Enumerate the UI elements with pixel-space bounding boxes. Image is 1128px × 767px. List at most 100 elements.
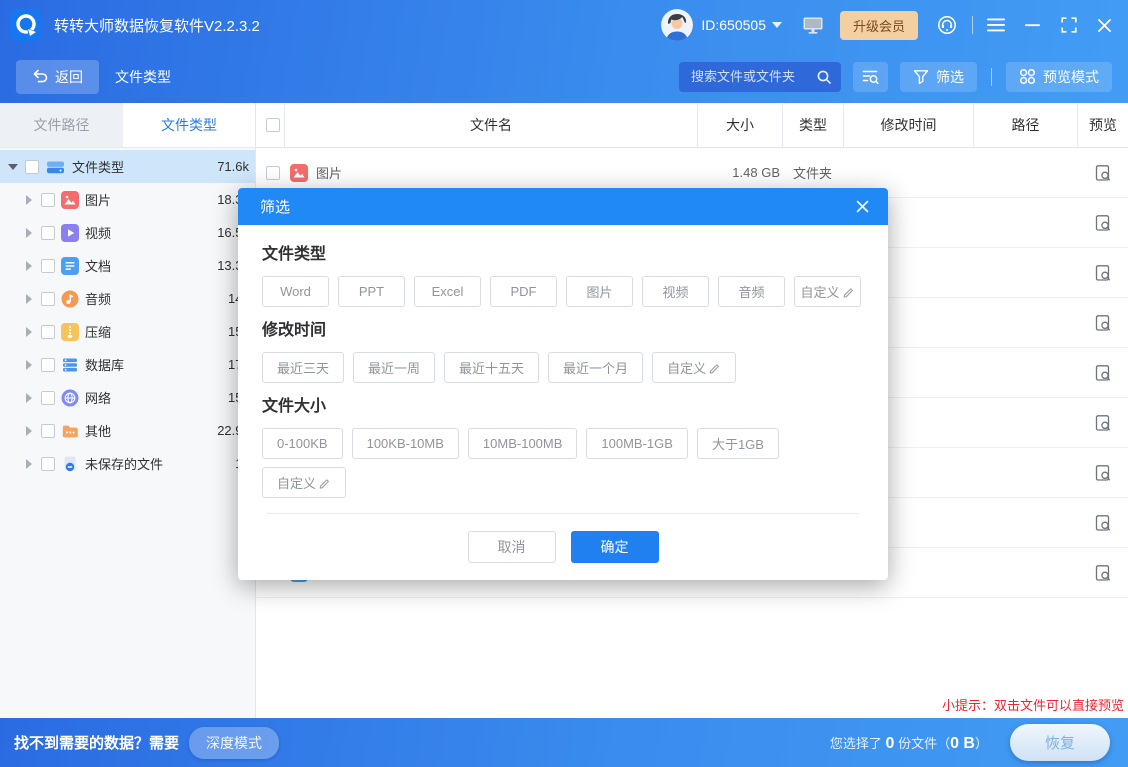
tree-item[interactable]: 音频14k (0, 282, 255, 315)
tree-item[interactable]: 视频16.5k (0, 216, 255, 249)
filter-option-button[interactable]: 最近一周 (353, 352, 435, 383)
preview-button[interactable] (1094, 464, 1112, 482)
upgrade-member-button[interactable]: 升级会员 (840, 11, 918, 40)
tree-checkbox[interactable] (41, 193, 55, 207)
expander-right-icon[interactable] (22, 327, 36, 337)
cancel-button[interactable]: 取消 (468, 531, 556, 563)
expander-right-icon[interactable] (22, 360, 36, 370)
preview-cell (1077, 448, 1128, 497)
filter-option-button[interactable]: PPT (338, 276, 405, 307)
preview-button[interactable] (1094, 214, 1112, 232)
tree-checkbox[interactable] (41, 292, 55, 306)
filter-option-button[interactable]: 音频 (718, 276, 785, 307)
tree-checkbox[interactable] (41, 391, 55, 405)
monitor-icon[interactable] (802, 15, 824, 35)
filter-option-label: 100MB-1GB (601, 436, 673, 451)
tree-item[interactable]: 其他22.9k (0, 414, 255, 447)
filter-option-label: 最近一周 (368, 358, 420, 377)
expander-right-icon[interactable] (22, 195, 36, 205)
close-icon[interactable] (1097, 18, 1112, 33)
tree-checkbox[interactable] (25, 160, 39, 174)
tree-checkbox[interactable] (41, 259, 55, 273)
preview-cell (1077, 148, 1128, 197)
search-icon[interactable] (816, 69, 832, 85)
tree-checkbox[interactable] (41, 226, 55, 240)
filter-option-button[interactable]: Word (262, 276, 329, 307)
tree-item[interactable]: 网络15k (0, 381, 255, 414)
filter-option-button[interactable]: 100MB-1GB (586, 428, 688, 459)
avatar[interactable] (661, 9, 693, 41)
expander-right-icon[interactable] (22, 459, 36, 469)
filter-option-row: 0-100KB 100KB-10MB 10MB-100MB 100MB-1GB 大于1G… (262, 428, 864, 459)
deep-mode-button[interactable]: 深度模式 (189, 727, 279, 759)
file-type-tree: 文件类型71.6k图片18.3k视频16.5k文档13.3k音频14k压缩15k… (0, 150, 255, 480)
filter-button[interactable]: 筛选 (900, 62, 977, 92)
tree-item-label: 文档 (85, 256, 111, 275)
list-search-button[interactable] (853, 62, 888, 92)
filter-option-button[interactable]: 视频 (642, 276, 709, 307)
filter-option-label: 最近三天 (277, 358, 329, 377)
sidebar-tab-file-path[interactable]: 文件路径 (0, 103, 123, 147)
preview-mode-button[interactable]: 预览模式 (1006, 62, 1112, 92)
tree-item[interactable]: 压缩15k (0, 315, 255, 348)
filter-option-button[interactable]: Excel (414, 276, 481, 307)
select-all-checkbox[interactable] (266, 118, 280, 132)
caret-down-icon[interactable] (772, 22, 782, 28)
minimize-icon[interactable] (1025, 17, 1041, 33)
filter-option-button[interactable]: 自定义 (262, 467, 346, 498)
filter-option-button[interactable]: 图片 (566, 276, 633, 307)
tree-checkbox[interactable] (41, 325, 55, 339)
filter-option-button[interactable]: 自定义 (652, 352, 736, 383)
filter-option-button[interactable]: 最近十五天 (444, 352, 539, 383)
preview-button[interactable] (1094, 364, 1112, 382)
expander-right-icon[interactable] (22, 261, 36, 271)
headset-icon[interactable] (936, 14, 958, 36)
tree-checkbox[interactable] (41, 358, 55, 372)
expander-right-icon[interactable] (22, 294, 36, 304)
filter-option-button[interactable]: 100KB-10MB (352, 428, 459, 459)
dialog-close-button[interactable] (853, 197, 872, 216)
preview-cell (1077, 398, 1128, 447)
selected-size: 0 B (950, 735, 975, 752)
filter-option-button[interactable]: 10MB-100MB (468, 428, 577, 459)
preview-button[interactable] (1094, 564, 1112, 582)
filter-option-label: 10MB-100MB (483, 436, 562, 451)
confirm-button[interactable]: 确定 (571, 531, 659, 563)
preview-cell (1077, 198, 1128, 247)
tree-item[interactable]: 图片18.3k (0, 183, 255, 216)
tree-checkbox[interactable] (41, 457, 55, 471)
sidebar-tab-file-type[interactable]: 文件类型 (123, 103, 255, 147)
preview-button[interactable] (1094, 414, 1112, 432)
preview-button[interactable] (1094, 514, 1112, 532)
path-cell (973, 398, 1077, 447)
expander-down-icon[interactable] (6, 164, 20, 170)
expander-right-icon[interactable] (22, 228, 36, 238)
path-cell (973, 148, 1077, 197)
user-id[interactable]: ID:650505 (701, 17, 766, 33)
tree-item[interactable]: 未保存的文件1k (0, 447, 255, 480)
tree-item[interactable]: 文件类型71.6k (0, 150, 255, 183)
preview-button[interactable] (1094, 314, 1112, 332)
expander-right-icon[interactable] (22, 393, 36, 403)
recover-button[interactable]: 恢复 (1010, 724, 1110, 761)
preview-button[interactable] (1094, 164, 1112, 182)
filter-option-button[interactable]: 大于1GB (697, 428, 779, 459)
tree-checkbox[interactable] (41, 424, 55, 438)
filter-option-button[interactable]: 最近一个月 (548, 352, 643, 383)
back-button[interactable]: 返回 (16, 60, 99, 94)
expander-right-icon[interactable] (22, 426, 36, 436)
filter-section: 文件大小0-100KB100KB-10MB10MB-100MB100MB-1GB… (262, 392, 864, 498)
filter-option-button[interactable]: 最近三天 (262, 352, 344, 383)
filter-option-button[interactable]: 自定义 (794, 276, 861, 307)
filter-option-button[interactable]: 0-100KB (262, 428, 343, 459)
selection-mid: 份文件（ (894, 736, 950, 751)
tree-item[interactable]: 文档13.3k (0, 249, 255, 282)
menu-icon[interactable] (987, 17, 1005, 33)
maximize-icon[interactable] (1061, 17, 1077, 33)
row-checkbox[interactable] (266, 166, 280, 180)
breadcrumb: 文件类型 (115, 67, 171, 87)
tree-item[interactable]: 数据库17k (0, 348, 255, 381)
filter-option-button[interactable]: PDF (490, 276, 557, 307)
column-header: 大小 (697, 103, 782, 147)
preview-button[interactable] (1094, 264, 1112, 282)
